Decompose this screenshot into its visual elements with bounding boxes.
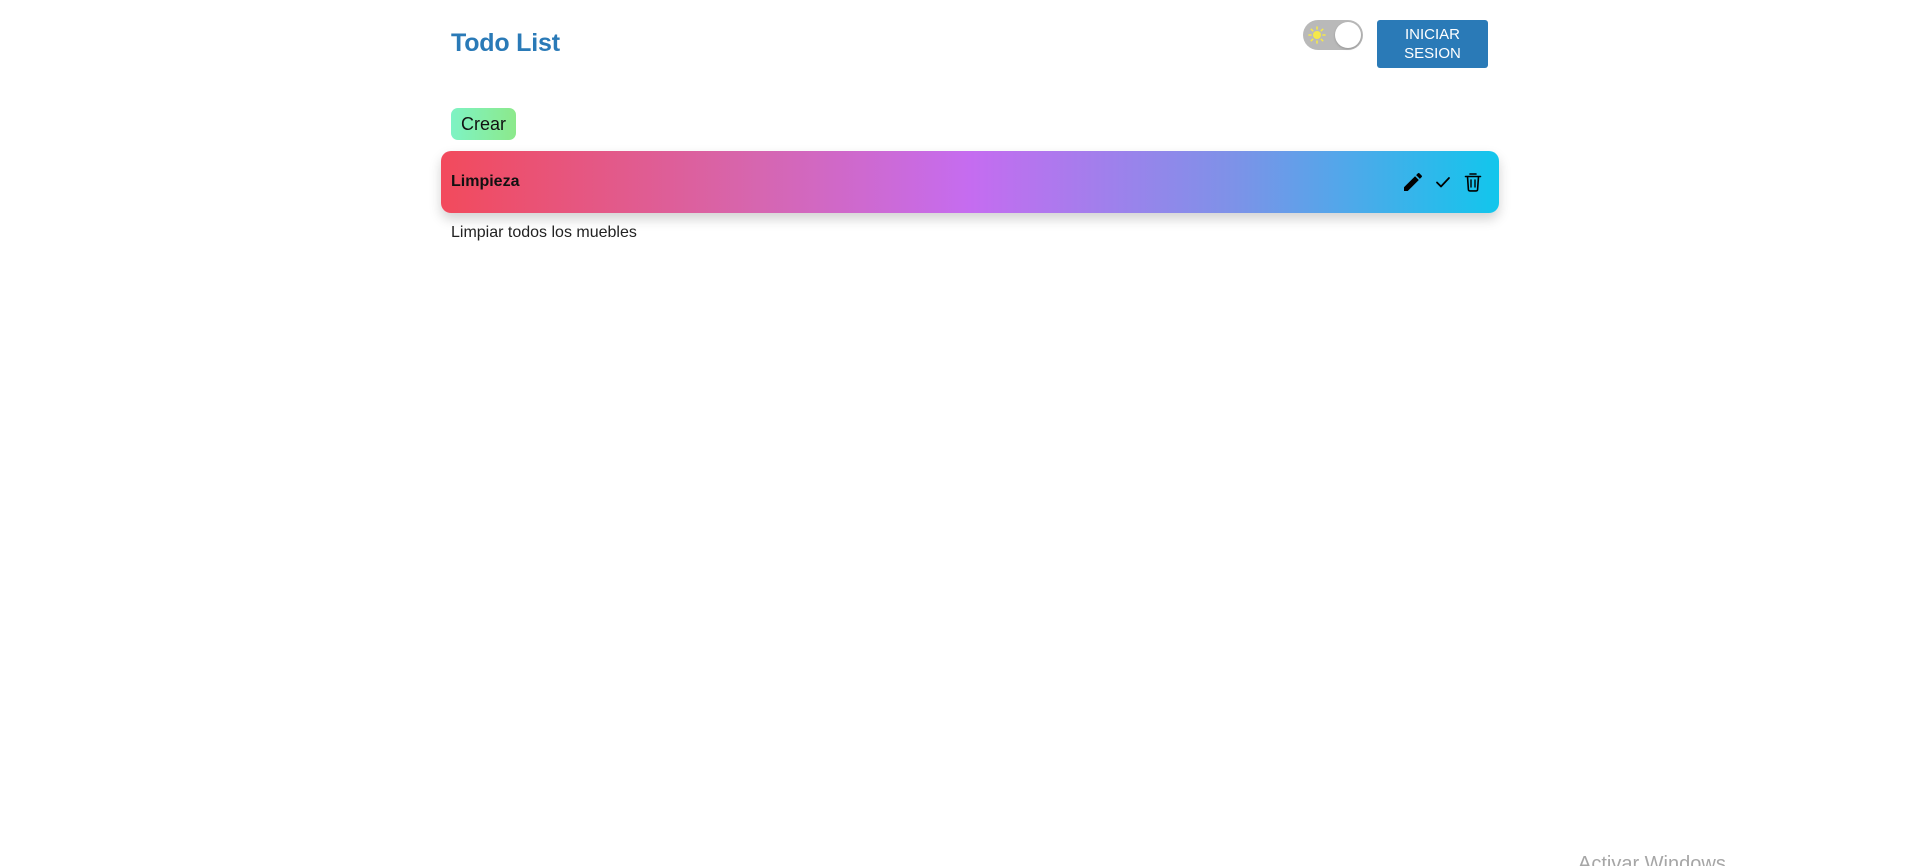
windows-activation-watermark: Activar Windows [1578,853,1726,866]
task-card: Limpieza [441,151,1499,213]
pencil-icon[interactable] [1401,170,1425,194]
task-title: Limpieza [451,173,520,190]
task-description: Limpiar todos los muebles [451,224,637,241]
header: Todo List INICIAR SESION [451,20,1489,68]
app-title: Todo List [451,29,560,57]
create-button[interactable]: Crear [451,108,517,140]
toggle-knob [1335,22,1361,48]
theme-toggle[interactable] [1303,20,1363,50]
sun-icon [1308,26,1326,44]
task-actions [1395,169,1485,195]
check-icon[interactable] [1431,170,1455,194]
todo-page: Todo List INICIAR SESION Crear Limpieza … [0,0,1918,866]
login-button[interactable]: INICIAR SESION [1377,20,1488,68]
trash-icon[interactable] [1461,170,1485,194]
